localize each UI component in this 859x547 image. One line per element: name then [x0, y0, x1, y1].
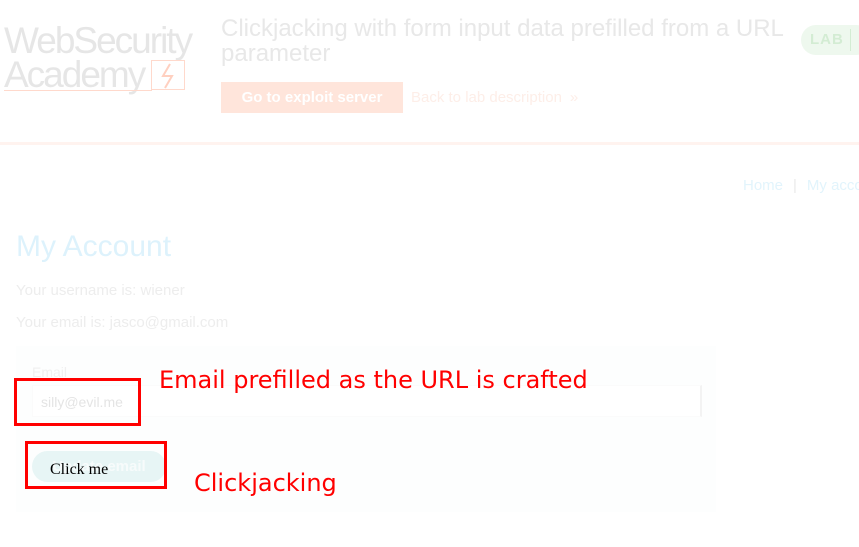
highlight-box-click-me	[25, 441, 167, 489]
back-to-lab-description-link[interactable]: Back to lab description »	[411, 89, 578, 106]
logo-text-line2: Academy	[4, 54, 146, 95]
lab-title: Clickjacking with form input data prefil…	[221, 15, 783, 67]
lab-header: WebSecurity Academy Clickjacking with fo…	[0, 0, 859, 145]
nav-home-link[interactable]: Home	[743, 177, 783, 194]
go-to-exploit-server-button[interactable]: Go to exploit server	[221, 82, 403, 113]
logo-underline	[4, 90, 152, 91]
email-text: Your email is: jasco@gmail.com	[16, 314, 229, 331]
page-title: My Account	[16, 230, 172, 263]
lightning-bolt-icon	[151, 60, 185, 90]
nav-separator: |	[793, 177, 797, 194]
lab-badge-label: LAB	[810, 31, 844, 48]
username-text: Your username is: wiener	[16, 282, 185, 299]
chevron-right-icon: »	[569, 89, 579, 106]
nav-my-account-link[interactable]: My account	[807, 177, 859, 194]
badge-divider	[850, 29, 851, 51]
annotation-clickjacking: Clickjacking	[194, 469, 337, 497]
back-link-label: Back to lab description	[411, 89, 562, 106]
highlight-box-email-input	[14, 378, 141, 426]
top-nav: Home | My account	[743, 177, 859, 194]
web-security-academy-logo[interactable]: WebSecurity Academy	[4, 20, 204, 96]
lab-status-badge: LAB	[801, 25, 859, 55]
annotation-email-prefilled: Email prefilled as the URL is crafted	[159, 366, 588, 394]
